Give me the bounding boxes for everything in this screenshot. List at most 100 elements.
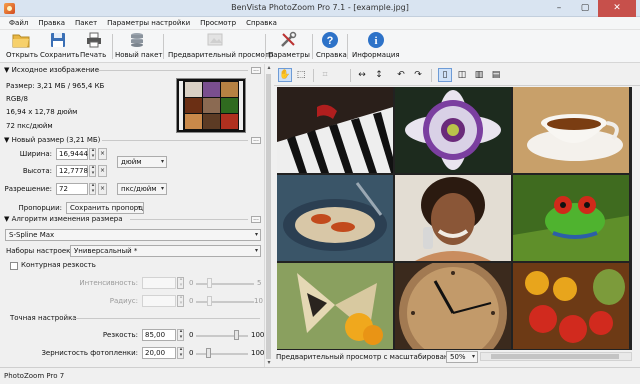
film-grain-min: 0 xyxy=(189,349,194,357)
divider xyxy=(130,219,248,220)
toolbar-separator xyxy=(112,34,113,59)
stacked-view-icon[interactable]: ▤ xyxy=(489,68,503,82)
film-grain-max: 100 xyxy=(251,349,265,357)
toolbar-separator xyxy=(431,69,432,82)
help-button[interactable]: ? Справка xyxy=(316,31,347,62)
chevron-down-icon: ▾ xyxy=(254,247,258,254)
single-view-icon[interactable]: ▯ xyxy=(438,68,452,82)
sharpness-slider-track xyxy=(196,335,248,337)
height-field[interactable]: 12,7778 xyxy=(56,165,88,177)
print-button[interactable]: Печать xyxy=(80,31,108,62)
open-button[interactable]: Открыть xyxy=(6,31,38,62)
settings-button[interactable]: Параметры xyxy=(268,31,310,62)
svg-text:?: ? xyxy=(327,35,334,47)
fit-width-icon[interactable]: ↔ xyxy=(355,68,369,82)
proportions-select[interactable]: Сохранить пропорции ▾ xyxy=(66,202,144,214)
film-grain-stepper[interactable] xyxy=(177,346,184,359)
source-section-header[interactable]: ▼ Исходное изображение xyxy=(4,66,99,74)
sharpness-max: 100 xyxy=(251,331,265,339)
contour-sharpness-checkbox[interactable] xyxy=(10,262,18,270)
divider xyxy=(96,70,248,71)
chevron-down-icon: ▾ xyxy=(160,158,164,165)
info-button[interactable]: i Информация xyxy=(352,31,400,62)
toolbar-separator xyxy=(265,34,266,59)
resolution-reset-button[interactable]: × xyxy=(98,183,107,195)
piano-tile xyxy=(277,87,393,173)
intensity-min: 0 xyxy=(189,279,194,287)
height-reset-button[interactable]: × xyxy=(98,165,107,177)
chevron-down-icon: ▾ xyxy=(160,185,164,192)
chevron-down-icon: ▾ xyxy=(254,231,258,238)
menu-edit[interactable]: Правка xyxy=(33,19,70,27)
menu-settings[interactable]: Параметры настройки xyxy=(102,19,195,27)
menu-view[interactable]: Просмотр xyxy=(195,19,241,27)
width-reset-button[interactable]: × xyxy=(98,148,107,160)
preview-image[interactable] xyxy=(277,87,632,350)
toolbar-separator xyxy=(313,69,314,82)
resolution-label: Разрешение: xyxy=(4,185,53,193)
new-size-section-header[interactable]: ▼ Новый размер (3,21 МБ) xyxy=(4,136,100,144)
film-grain-field[interactable]: 20,00 xyxy=(142,347,176,359)
menu-help[interactable]: Справка xyxy=(241,19,282,27)
contour-sharpness-label: Контурная резкость xyxy=(21,261,96,269)
side-by-side-icon[interactable]: ▥ xyxy=(472,68,486,82)
size-unit-select[interactable]: дюйм ▾ xyxy=(117,156,167,168)
algorithm-options-button[interactable]: ... xyxy=(251,216,261,223)
height-stepper[interactable] xyxy=(89,164,96,177)
zoom-select[interactable]: 50% ▾ xyxy=(446,351,478,363)
scroll-down-icon[interactable]: ▾ xyxy=(265,359,273,367)
status-text: PhotoZoom Pro 7 xyxy=(4,372,65,380)
new-batch-button[interactable]: Новый пакет xyxy=(115,31,162,62)
source-options-button[interactable]: ... xyxy=(251,67,261,74)
save-button[interactable]: Сохранить xyxy=(40,31,79,62)
split-vertical-icon[interactable]: ◫ xyxy=(455,68,469,82)
scroll-thumb[interactable] xyxy=(266,74,271,359)
source-mode: RGB/8 xyxy=(6,95,28,103)
help-icon: ? xyxy=(322,32,338,48)
source-thumbnail xyxy=(176,78,246,133)
resolution-field[interactable]: 72 xyxy=(56,183,88,195)
algorithm-section-header[interactable]: ▼ Алгоритм изменения размера xyxy=(4,215,123,223)
scroll-thumb[interactable] xyxy=(491,354,619,359)
intensity-slider[interactable] xyxy=(207,278,212,288)
width-field[interactable]: 16,9444 xyxy=(56,148,88,160)
scroll-up-icon[interactable]: ▴ xyxy=(265,64,273,72)
intensity-stepper[interactable] xyxy=(177,276,184,289)
new-size-options-button[interactable]: ... xyxy=(251,137,261,144)
info-icon: i xyxy=(368,32,384,48)
settings-scrollbar[interactable]: ▴ ▾ xyxy=(264,64,272,367)
minimize-button[interactable]: – xyxy=(546,0,572,17)
preset-select[interactable]: Универсальный * ▾ xyxy=(70,245,261,257)
resolution-stepper[interactable] xyxy=(89,182,96,195)
chevron-down-icon: ▾ xyxy=(471,353,475,360)
intensity-field[interactable] xyxy=(142,277,176,289)
film-grain-slider[interactable] xyxy=(206,348,211,358)
passion-flower-tile xyxy=(395,87,511,173)
printer-icon xyxy=(87,32,101,48)
resolution-unit-select[interactable]: пкс/дюйм ▾ xyxy=(117,183,167,195)
menu-file[interactable]: Файл xyxy=(4,19,33,27)
radius-max: 10 xyxy=(254,297,263,305)
preview-horizontal-scrollbar[interactable] xyxy=(480,352,632,361)
maximize-button[interactable]: ▢ xyxy=(572,0,598,17)
menu-batch[interactable]: Пакет xyxy=(70,19,102,27)
fit-height-icon[interactable]: ↕ xyxy=(372,68,386,82)
full-preview-button[interactable]: Предварительный просмотр xyxy=(168,31,273,62)
width-stepper[interactable] xyxy=(89,147,96,160)
radius-slider[interactable] xyxy=(207,296,212,306)
rotate-right-icon[interactable]: ↷ xyxy=(411,68,425,82)
radius-stepper[interactable] xyxy=(177,294,184,307)
close-button[interactable]: ✕ xyxy=(598,0,636,17)
divider xyxy=(102,140,248,141)
food-tile xyxy=(277,175,393,261)
sharpness-stepper[interactable] xyxy=(177,328,184,341)
radius-field[interactable] xyxy=(142,295,176,307)
crop-icon[interactable]: ⌗ xyxy=(318,68,332,82)
rotate-left-icon[interactable]: ↶ xyxy=(394,68,408,82)
zoom-label: Предварительный просмотр с масштабирован… xyxy=(276,353,465,361)
selection-tool-icon[interactable]: ⬚ xyxy=(294,68,308,82)
sharpness-slider[interactable] xyxy=(234,330,239,340)
algorithm-select[interactable]: S-Spline Max ▾ xyxy=(5,229,261,241)
hand-tool-icon[interactable]: ✋ xyxy=(278,68,292,82)
sharpness-field[interactable]: 85,00 xyxy=(142,329,176,341)
